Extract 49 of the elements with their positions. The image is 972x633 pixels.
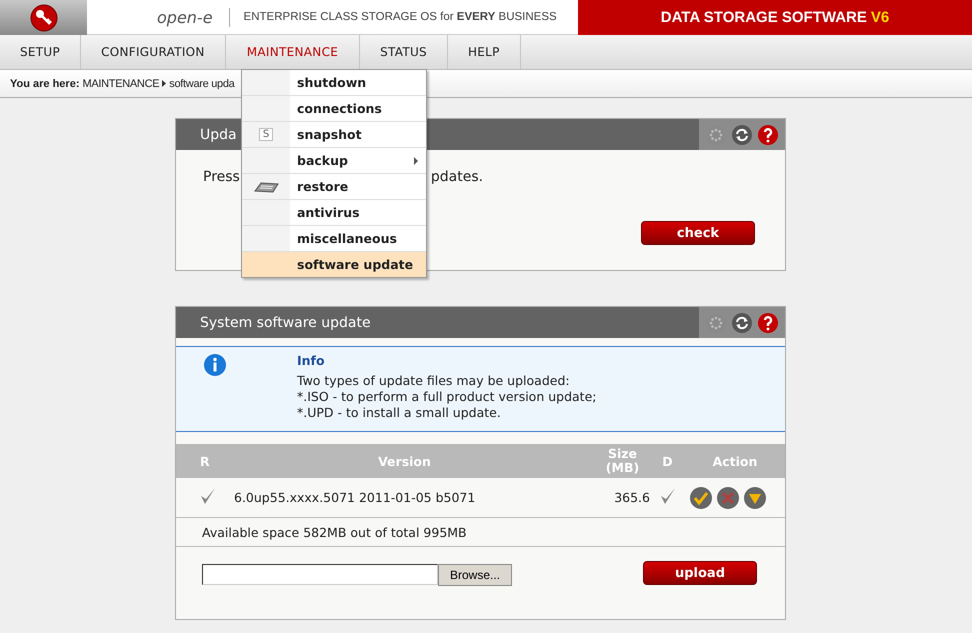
nav-tab[interactable]: HELP [448,35,521,69]
logo-text: open-e [157,8,230,26]
delete-icon[interactable] [716,486,740,510]
column-header: Size (MB) [604,447,640,475]
menu-item[interactable]: restore [242,174,426,200]
download-icon[interactable] [743,486,767,510]
snapshot-icon: S [258,128,274,141]
caret-icon [162,80,166,87]
column-header: R [199,454,211,468]
column-header: D [661,454,674,468]
file-field[interactable] [202,564,438,585]
check-button[interactable]: check [641,221,755,245]
menu-item[interactable]: connections [242,96,426,122]
menu-item[interactable]: shutdown [242,70,426,96]
nav-tab[interactable]: CONFIGURATION [81,35,226,69]
menu-item[interactable]: antivirus [242,200,426,226]
column-header: Action [712,454,758,468]
info-icon [203,353,227,377]
product-name: DATA STORAGE SOFTWARE [660,9,867,26]
menu-item[interactable]: backup [242,148,426,174]
breadcrumb-link[interactable]: software upda [169,78,234,90]
accept-icon[interactable] [689,486,713,510]
info-text: *.UPD - to install a small update. [297,405,502,421]
panel-title: System software update [199,314,371,330]
upload-button[interactable]: upload [643,561,757,585]
info-text: Two types of update files may be uploaded: [297,373,571,389]
menu-item[interactable]: software update [242,252,426,277]
table-cell-text: 365.6 [613,490,650,505]
space-text: Available space 582MB out of total 995MB [202,524,467,540]
product-version: V6 [870,9,890,26]
help-icon[interactable] [757,124,779,146]
panel-text: pdates. [430,169,484,185]
panel-title: Upda [199,126,237,142]
tagline: ENTERPRISE CLASS STORAGE OS for EVERY BUSINESS [244,11,557,23]
info-title: Info [297,353,326,369]
info-text: *.ISO - to perform a full product version update; [297,389,596,405]
nav-tab[interactable]: SETUP [0,35,82,69]
key-icon [30,4,58,32]
breadcrumb-label: You are here: [10,78,80,90]
menu-item[interactable]: S snapshot [242,122,426,148]
table-cell-text: 6.0up55.xxxx.5071 2011-01-05 b5071 [234,490,476,505]
help-icon[interactable] [757,312,779,334]
browse-button[interactable]: Browse... [438,564,512,586]
drive-icon [253,180,279,192]
refresh-icon[interactable] [731,124,753,146]
panel-text: Press [203,169,240,185]
breadcrumb-link[interactable]: MAINTENANCE [82,78,160,90]
refresh-icon[interactable] [731,312,753,334]
column-header: Version [377,454,432,468]
